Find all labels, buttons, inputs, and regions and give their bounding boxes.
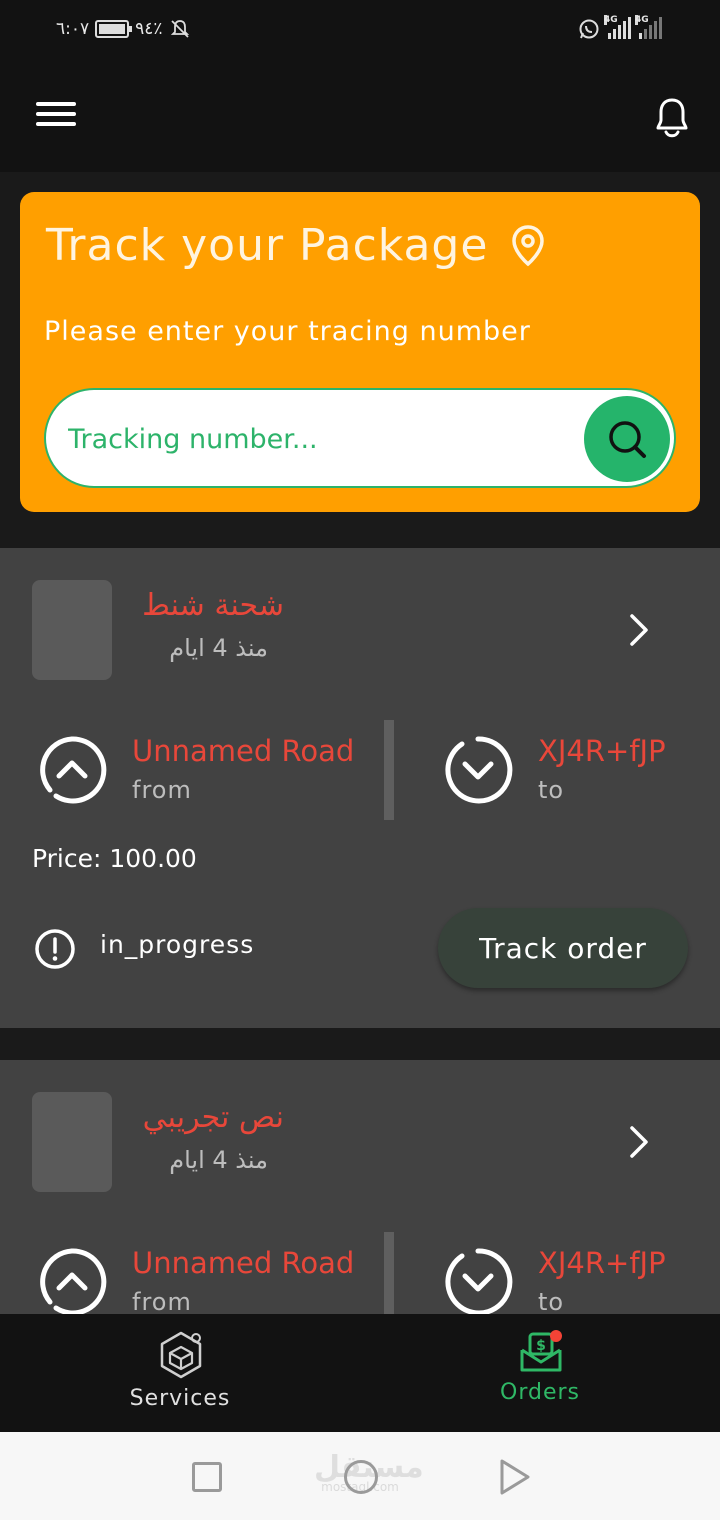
- network-type: 4G: [604, 15, 618, 25]
- order-name: نص تجريبي: [142, 1100, 284, 1135]
- order-name: شحنة شنط: [142, 588, 284, 623]
- from-label: from: [132, 776, 192, 804]
- nav-services[interactable]: Services: [80, 1314, 280, 1432]
- search-icon: [609, 421, 646, 458]
- order-thumbnail: [32, 580, 112, 680]
- network-type: 4G: [635, 15, 649, 25]
- to-label: to: [538, 776, 565, 804]
- from-label: from: [132, 1288, 192, 1314]
- divider: [384, 1232, 394, 1314]
- to-code: XJ4R+fJP: [538, 1246, 666, 1280]
- battery-level: ٩٤٪: [135, 19, 163, 39]
- home-button[interactable]: [344, 1460, 378, 1494]
- tracking-number-input[interactable]: [68, 414, 568, 464]
- from-road: Unnamed Road: [132, 734, 355, 768]
- arrow-up-circle-icon: [40, 1248, 107, 1314]
- silent-icon: [170, 20, 189, 38]
- package-services-icon: [160, 1331, 202, 1379]
- location-pin-icon: [512, 224, 545, 266]
- order-time: منذ 4 ايام: [169, 1146, 268, 1174]
- recent-apps-button[interactable]: [192, 1462, 222, 1492]
- track-subtitle: Please enter your tracing number: [44, 316, 531, 347]
- arrow-down-circle-icon: [445, 736, 513, 804]
- order-time: منذ 4 ايام: [169, 634, 268, 662]
- back-triangle-icon[interactable]: [498, 1458, 532, 1496]
- search-button[interactable]: [584, 396, 670, 482]
- order-thumbnail: [32, 1092, 112, 1192]
- whatsapp-icon: [579, 19, 599, 39]
- chevron-right-icon[interactable]: [618, 1120, 658, 1164]
- signal-icon: 4G: [604, 15, 631, 39]
- arrow-down-circle-icon: [445, 1248, 513, 1314]
- bottom-nav: Services $ Orders: [0, 1314, 720, 1432]
- battery-icon: [95, 20, 133, 38]
- to-code: XJ4R+fJP: [538, 734, 666, 768]
- signal-icon: 4G: [635, 15, 662, 39]
- nav-services-label: Services: [129, 1386, 231, 1411]
- status-bar: ٦:٠٧ ٩٤٪ 4G 4G: [0, 0, 720, 60]
- track-order-button[interactable]: Track order: [438, 908, 688, 988]
- nav-orders-label: Orders: [500, 1380, 580, 1405]
- order-status: in_progress: [100, 930, 255, 959]
- from-road: Unnamed Road: [132, 1246, 355, 1280]
- menu-icon[interactable]: [36, 102, 76, 132]
- app-bar: [0, 60, 720, 172]
- bell-icon[interactable]: [652, 96, 692, 140]
- order-price: Price: 100.00: [32, 844, 197, 873]
- to-label: to: [538, 1288, 565, 1314]
- arrow-up-circle-icon: [40, 736, 107, 804]
- status-right: 4G 4G: [578, 15, 662, 40]
- track-package-card: Track your Package Please enter your tra…: [20, 192, 700, 512]
- orders-inbox-icon: $: [520, 1330, 562, 1372]
- track-title: Track your Package: [46, 220, 546, 271]
- order-card[interactable]: شحنة شنط منذ 4 ايام Unnamed Road from XJ…: [0, 548, 720, 1028]
- info-alert-icon: [35, 929, 75, 969]
- nav-orders[interactable]: $ Orders: [440, 1314, 640, 1432]
- status-time: ٦:٠٧: [56, 19, 90, 39]
- system-nav-bar: مستقل mostaql.com: [0, 1432, 720, 1520]
- tracking-search-box: [44, 388, 676, 488]
- track-title-text: Track your Package: [46, 220, 489, 271]
- svg-text:$: $: [536, 1338, 546, 1354]
- divider: [384, 720, 394, 820]
- chevron-right-icon[interactable]: [618, 608, 658, 652]
- status-left: ٦:٠٧ ٩٤٪: [56, 18, 191, 40]
- order-card[interactable]: نص تجريبي منذ 4 ايام Unnamed Road from X…: [0, 1060, 720, 1314]
